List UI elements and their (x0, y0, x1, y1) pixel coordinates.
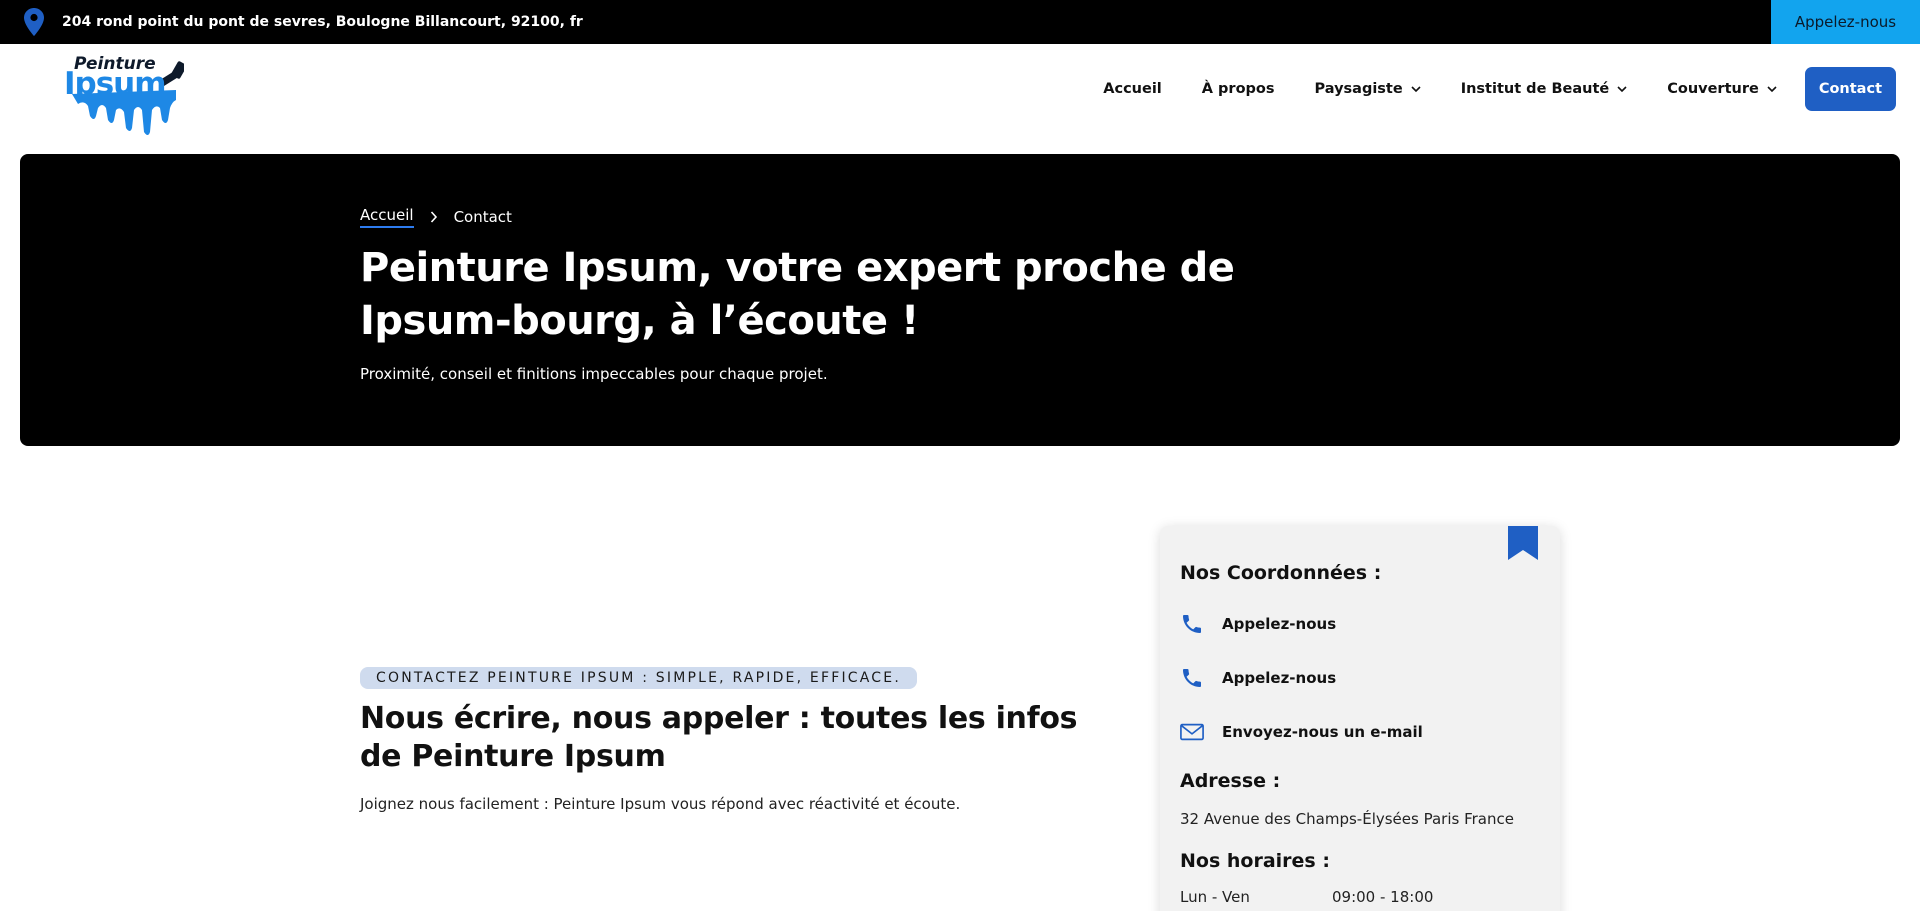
phone-link-1[interactable]: Appelez-nous (1180, 612, 1336, 636)
topbar-address: 204 rond point du pont de sevres, Boulog… (24, 0, 583, 44)
top-bar: 204 rond point du pont de sevres, Boulog… (0, 0, 1920, 44)
coords-title: Nos Coordonnées : (1180, 562, 1382, 584)
topbar-call-button[interactable]: Appelez-nous (1771, 0, 1920, 44)
topbar-address-text: 204 rond point du pont de sevres, Boulog… (62, 14, 583, 30)
main-nav: Accueil À propos Paysagiste Institut de … (1063, 67, 1896, 111)
nav-item-label: Couverture (1667, 81, 1759, 97)
hours-title: Nos horaires : (1180, 850, 1330, 872)
address-title: Adresse : (1180, 770, 1281, 792)
chevron-down-icon (1767, 85, 1777, 92)
nav-item-couverture[interactable]: Couverture (1667, 81, 1777, 97)
nav-item-paysagiste[interactable]: Paysagiste (1315, 81, 1421, 97)
bookmark-icon (1508, 526, 1538, 560)
section-text: Joignez nous facilement : Peinture Ipsum… (360, 795, 961, 813)
phone-icon (1183, 669, 1201, 687)
phone-icon (1183, 615, 1201, 633)
nav-item-accueil[interactable]: Accueil (1103, 81, 1162, 97)
nav-item-label: Institut de Beauté (1460, 81, 1610, 97)
address-text: 32 Avenue des Champs-Élysées Paris Franc… (1180, 810, 1514, 828)
hours-time: 09:00 - 18:00 (1332, 888, 1434, 906)
hours-row: Lun - Ven 09:00 - 18:00 (1180, 888, 1433, 906)
phone-link-2[interactable]: Appelez-nous (1180, 666, 1336, 690)
section-eyebrow-badge: CONTACTEZ PEINTURE IPSUM : SIMPLE, RAPID… (360, 667, 917, 689)
phone-label: Appelez-nous (1222, 669, 1337, 687)
chevron-right-icon (430, 211, 437, 223)
nav-item-a-propos[interactable]: À propos (1202, 81, 1275, 97)
location-pin-icon (24, 8, 44, 36)
chevron-down-icon (1617, 85, 1627, 92)
email-link[interactable]: Envoyez-nous un e-mail (1180, 720, 1423, 744)
email-label: Envoyez-nous un e-mail (1222, 723, 1423, 741)
site-logo[interactable]: Peinture Ipsum (64, 50, 184, 136)
page-subtitle: Proximité, conseil et finitions impeccab… (360, 365, 828, 383)
logo-line2: Ipsum (64, 66, 167, 102)
phone-label: Appelez-nous (1222, 615, 1337, 633)
site-header: Peinture Ipsum Accueil À propos Paysagis… (0, 44, 1920, 154)
contact-button[interactable]: Contact (1804, 67, 1896, 111)
hours-day: Lun - Ven (1180, 888, 1250, 906)
nav-item-label: Paysagiste (1314, 81, 1403, 97)
breadcrumb: Accueil Contact (360, 206, 512, 228)
page-title: Peinture Ipsum, votre expert proche de I… (360, 245, 1235, 344)
mail-icon (1180, 723, 1204, 741)
nav-item-institut-de-beaute[interactable]: Institut de Beauté (1461, 81, 1628, 97)
chevron-down-icon (1411, 85, 1421, 92)
section-heading: Nous écrire, nous appeler : toutes les i… (360, 701, 1078, 774)
breadcrumb-home-link[interactable]: Accueil (360, 206, 414, 228)
hero-banner: Accueil Contact Peinture Ipsum, votre ex… (20, 154, 1900, 446)
nav-item-label: Accueil (1103, 81, 1162, 97)
breadcrumb-current: Contact (453, 208, 512, 226)
nav-item-label: À propos (1201, 81, 1275, 97)
contact-info-card: Nos Coordonnées : Appelez-nous Appelez-n… (1160, 526, 1560, 911)
